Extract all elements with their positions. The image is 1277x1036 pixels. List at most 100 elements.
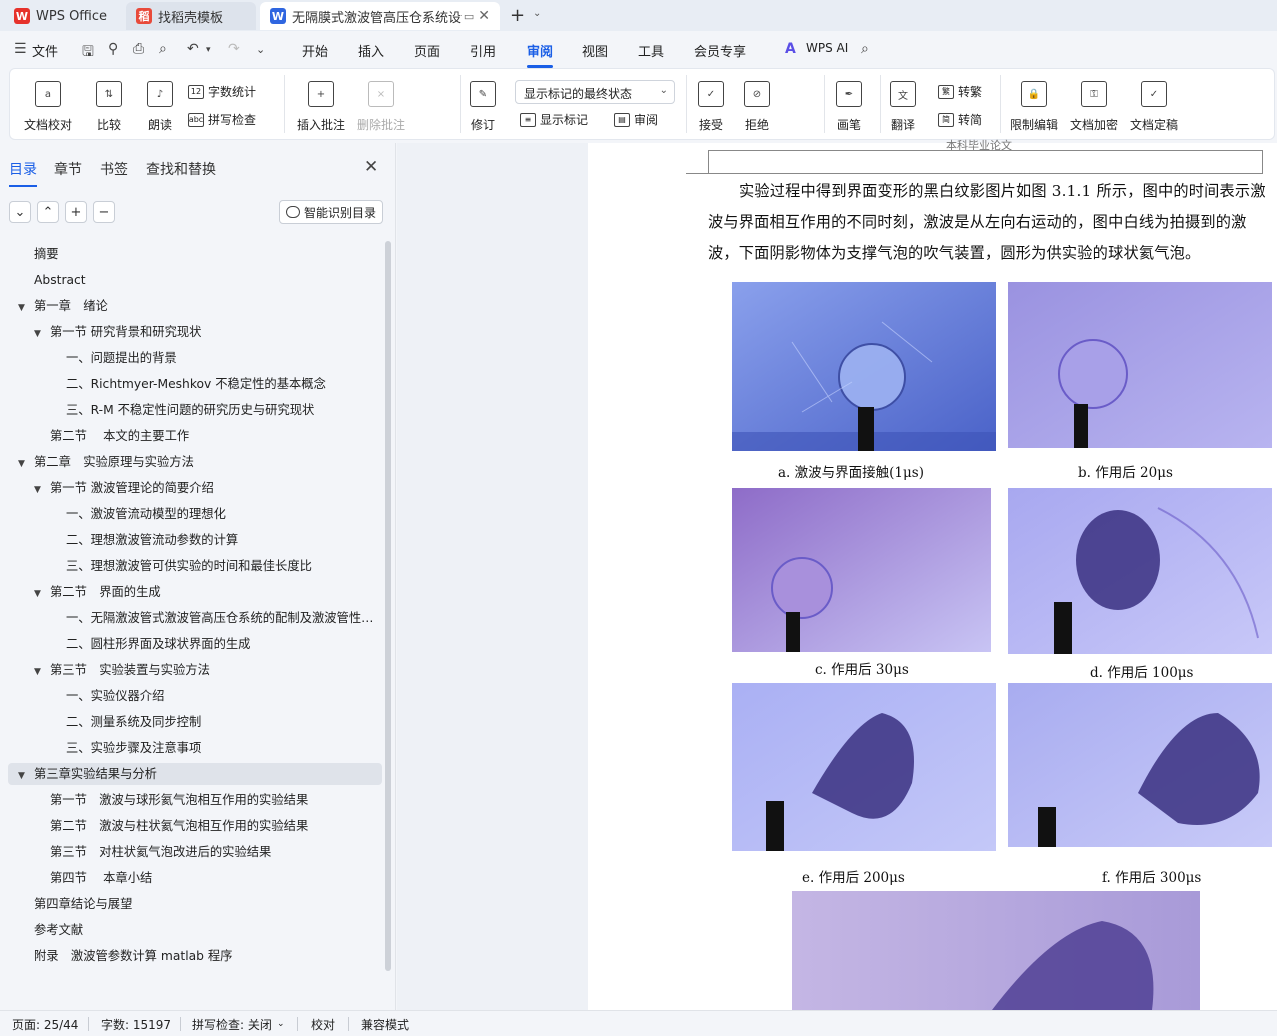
expand-up-icon[interactable]: ⌃ [37, 201, 59, 223]
page-indicator[interactable]: 页面: 25/44 [12, 1016, 78, 1033]
tab-sections[interactable]: 章节 [54, 159, 82, 179]
toc-item[interactable]: 参考文献 [8, 919, 382, 941]
hamburger-menu-icon[interactable]: ☰ [14, 41, 27, 57]
smart-toc-button[interactable]: 智能识别目录 [279, 200, 383, 224]
toc-item[interactable]: 第三节 对柱状氦气泡改进后的实验结果 [8, 841, 382, 863]
chevron-down-icon[interactable]: ⌄ [533, 8, 541, 19]
toc-item[interactable]: 第二节 激波与柱状氦气泡相互作用的实验结果 [8, 815, 382, 837]
body-paragraph[interactable]: 实验过程中得到界面变形的黑白纹影图片如图 3.1.1 所示，图中的时间表示激波与… [708, 176, 1268, 269]
toc-item[interactable]: 二、Richtmyer-Meshkov 不稳定性的基本概念 [8, 373, 382, 395]
toc-item[interactable]: ▼ 第一节 研究背景和研究现状 [8, 321, 382, 343]
close-tab-icon[interactable]: ✕ [478, 8, 490, 24]
spell-check-status[interactable]: 拼写检查: 关闭 [192, 1016, 272, 1033]
photo-f[interactable] [1008, 683, 1272, 847]
expand-arrow-icon[interactable]: ▼ [18, 765, 30, 785]
expand-arrow-icon[interactable]: ▼ [18, 453, 30, 473]
tab-current-document[interactable]: W 无隔膜式激波管高压仓系统设计 ▭ ✕ [260, 2, 500, 30]
menu-review[interactable]: 审阅 [527, 41, 554, 68]
search-icon[interactable]: ⌕ [861, 41, 869, 57]
toc-item[interactable]: ▼ 第二章 实验原理与实验方法 [8, 451, 382, 473]
photo-a[interactable] [732, 282, 996, 451]
photo-g[interactable] [792, 891, 1200, 1010]
toc-item[interactable]: ▼ 第一章 绪论 [8, 295, 382, 317]
compare-button[interactable]: ⇅ 比较 [96, 69, 122, 133]
toc-item[interactable]: 二、理想激波管流动参数的计算 [8, 529, 382, 551]
tab-find-replace[interactable]: 查找和替换 [146, 159, 216, 179]
chevron-down-icon[interactable]: ⌄ [277, 1019, 285, 1029]
toc-item[interactable]: 三、实验步骤及注意事项 [8, 737, 382, 759]
print-preview-icon[interactable]: ⌕ [159, 41, 167, 57]
expand-arrow-icon[interactable]: ▼ [18, 297, 30, 317]
toc-item[interactable]: 一、无隔激波管式激波管高压仓系统的配制及激波管性能测试 [8, 607, 382, 629]
markup-state-select[interactable]: 显示标记的最终状态 ⌄ [515, 80, 675, 104]
track-changes-button[interactable]: ✎ 修订 [470, 69, 496, 133]
toc-item[interactable]: 第一节 激波与球形氦气泡相互作用的实验结果 [8, 789, 382, 811]
read-aloud-button[interactable]: ♪ 朗读 [147, 69, 173, 133]
undo-icon[interactable]: ↶ [187, 41, 199, 57]
toc-item[interactable]: 第二节 本文的主要工作 [8, 425, 382, 447]
to-simplified-button[interactable]: 简 转简 [938, 111, 982, 128]
save-icon[interactable]: 🖫 [82, 41, 94, 65]
word-count-status[interactable]: 字数: 15197 [101, 1016, 171, 1033]
expand-arrow-icon[interactable]: ▼ [34, 323, 46, 343]
menu-tools[interactable]: 工具 [638, 41, 664, 60]
translate-button[interactable]: 文 翻译 [890, 69, 916, 133]
toc-item[interactable]: 二、圆柱形界面及球状界面的生成 [8, 633, 382, 655]
toc-item[interactable]: 三、理想激波管可供实验的时间和最佳长度比 [8, 555, 382, 577]
insert-comment-button[interactable]: + 插入批注 [297, 69, 345, 133]
toc-item[interactable]: 二、测量系统及同步控制 [8, 711, 382, 733]
close-icon[interactable]: ✕ [364, 157, 378, 177]
toc-item[interactable]: 一、激波管流动模型的理想化 [8, 503, 382, 525]
menu-home[interactable]: 开始 [302, 41, 328, 60]
toc-item[interactable]: 一、实验仪器介绍 [8, 685, 382, 707]
proofread-status[interactable]: 校对 [311, 1016, 335, 1033]
new-tab-icon[interactable]: + [510, 5, 525, 26]
share-icon[interactable]: ⚲ [108, 41, 118, 57]
review-pane-button[interactable]: ▤ 审阅 [614, 111, 658, 128]
menu-insert[interactable]: 插入 [358, 41, 384, 60]
chevron-down-icon[interactable]: ⌄ [256, 43, 265, 56]
photo-e[interactable] [732, 683, 996, 851]
menu-wps-ai[interactable]: WPS AI [806, 41, 848, 55]
toc-item[interactable]: 一、问题提出的背景 [8, 347, 382, 369]
tab-toc[interactable]: 目录 [9, 159, 37, 187]
scrollbar[interactable] [385, 241, 391, 971]
collapse-all-icon[interactable]: ⌄ [9, 201, 31, 223]
remove-heading-icon[interactable]: − [93, 201, 115, 223]
toc-item[interactable]: ▼ 第三节 实验装置与实验方法 [8, 659, 382, 681]
toc-item[interactable]: 第四章结论与展望 [8, 893, 382, 915]
ink-button[interactable]: ✒ 画笔 [836, 69, 862, 133]
doc-check-button[interactable]: a 文档校对 [24, 69, 72, 133]
toc-item[interactable]: ▼ 第一节 激波管理论的简要介绍 [8, 477, 382, 499]
spell-check-button[interactable]: abc 拼写检查 [188, 111, 256, 128]
toc-item[interactable]: ▼ 第二节 界面的生成 [8, 581, 382, 603]
to-traditional-button[interactable]: 繁 转繁 [938, 83, 982, 100]
toc-item[interactable]: Abstract [8, 269, 382, 291]
add-heading-icon[interactable]: + [65, 201, 87, 223]
tab-docer-templates[interactable]: 稻 找稻壳模板 [126, 2, 256, 30]
toc-item[interactable]: 摘要 [8, 243, 382, 265]
menu-view[interactable]: 视图 [582, 41, 608, 60]
menu-member[interactable]: 会员专享 [694, 41, 746, 60]
photo-b[interactable] [1008, 282, 1272, 448]
restrict-edit-button[interactable]: 🔒 限制编辑 [1010, 69, 1058, 133]
toc-item[interactable]: 附录 激波管参数计算 matlab 程序 [8, 945, 382, 967]
tab-bookmarks[interactable]: 书签 [100, 159, 128, 179]
expand-arrow-icon[interactable]: ▼ [34, 479, 46, 499]
accept-button[interactable]: ✓ 接受 [698, 69, 724, 133]
tab-wps-office[interactable]: W WPS Office [4, 2, 118, 30]
expand-arrow-icon[interactable]: ▼ [34, 583, 46, 603]
window-mode-icon[interactable]: ▭ [464, 10, 474, 23]
reject-button[interactable]: ⊘ 拒绝 [744, 69, 770, 133]
menu-file[interactable]: 文件 [32, 41, 58, 60]
toc-item[interactable]: 第四节 本章小结 [8, 867, 382, 889]
photo-d[interactable] [1008, 488, 1272, 654]
menu-references[interactable]: 引用 [470, 41, 496, 60]
toc-item[interactable]: ▼ 第三章实验结果与分析 [8, 763, 382, 785]
show-markup-button[interactable]: ≡ 显示标记 [520, 111, 588, 128]
print-icon[interactable]: ⎙ [133, 41, 144, 57]
encrypt-button[interactable]: ⚿ 文档加密 [1070, 69, 1118, 133]
photo-c[interactable] [732, 488, 991, 652]
expand-arrow-icon[interactable]: ▼ [34, 661, 46, 681]
finalize-button[interactable]: ✓ 文档定稿 [1130, 69, 1178, 133]
